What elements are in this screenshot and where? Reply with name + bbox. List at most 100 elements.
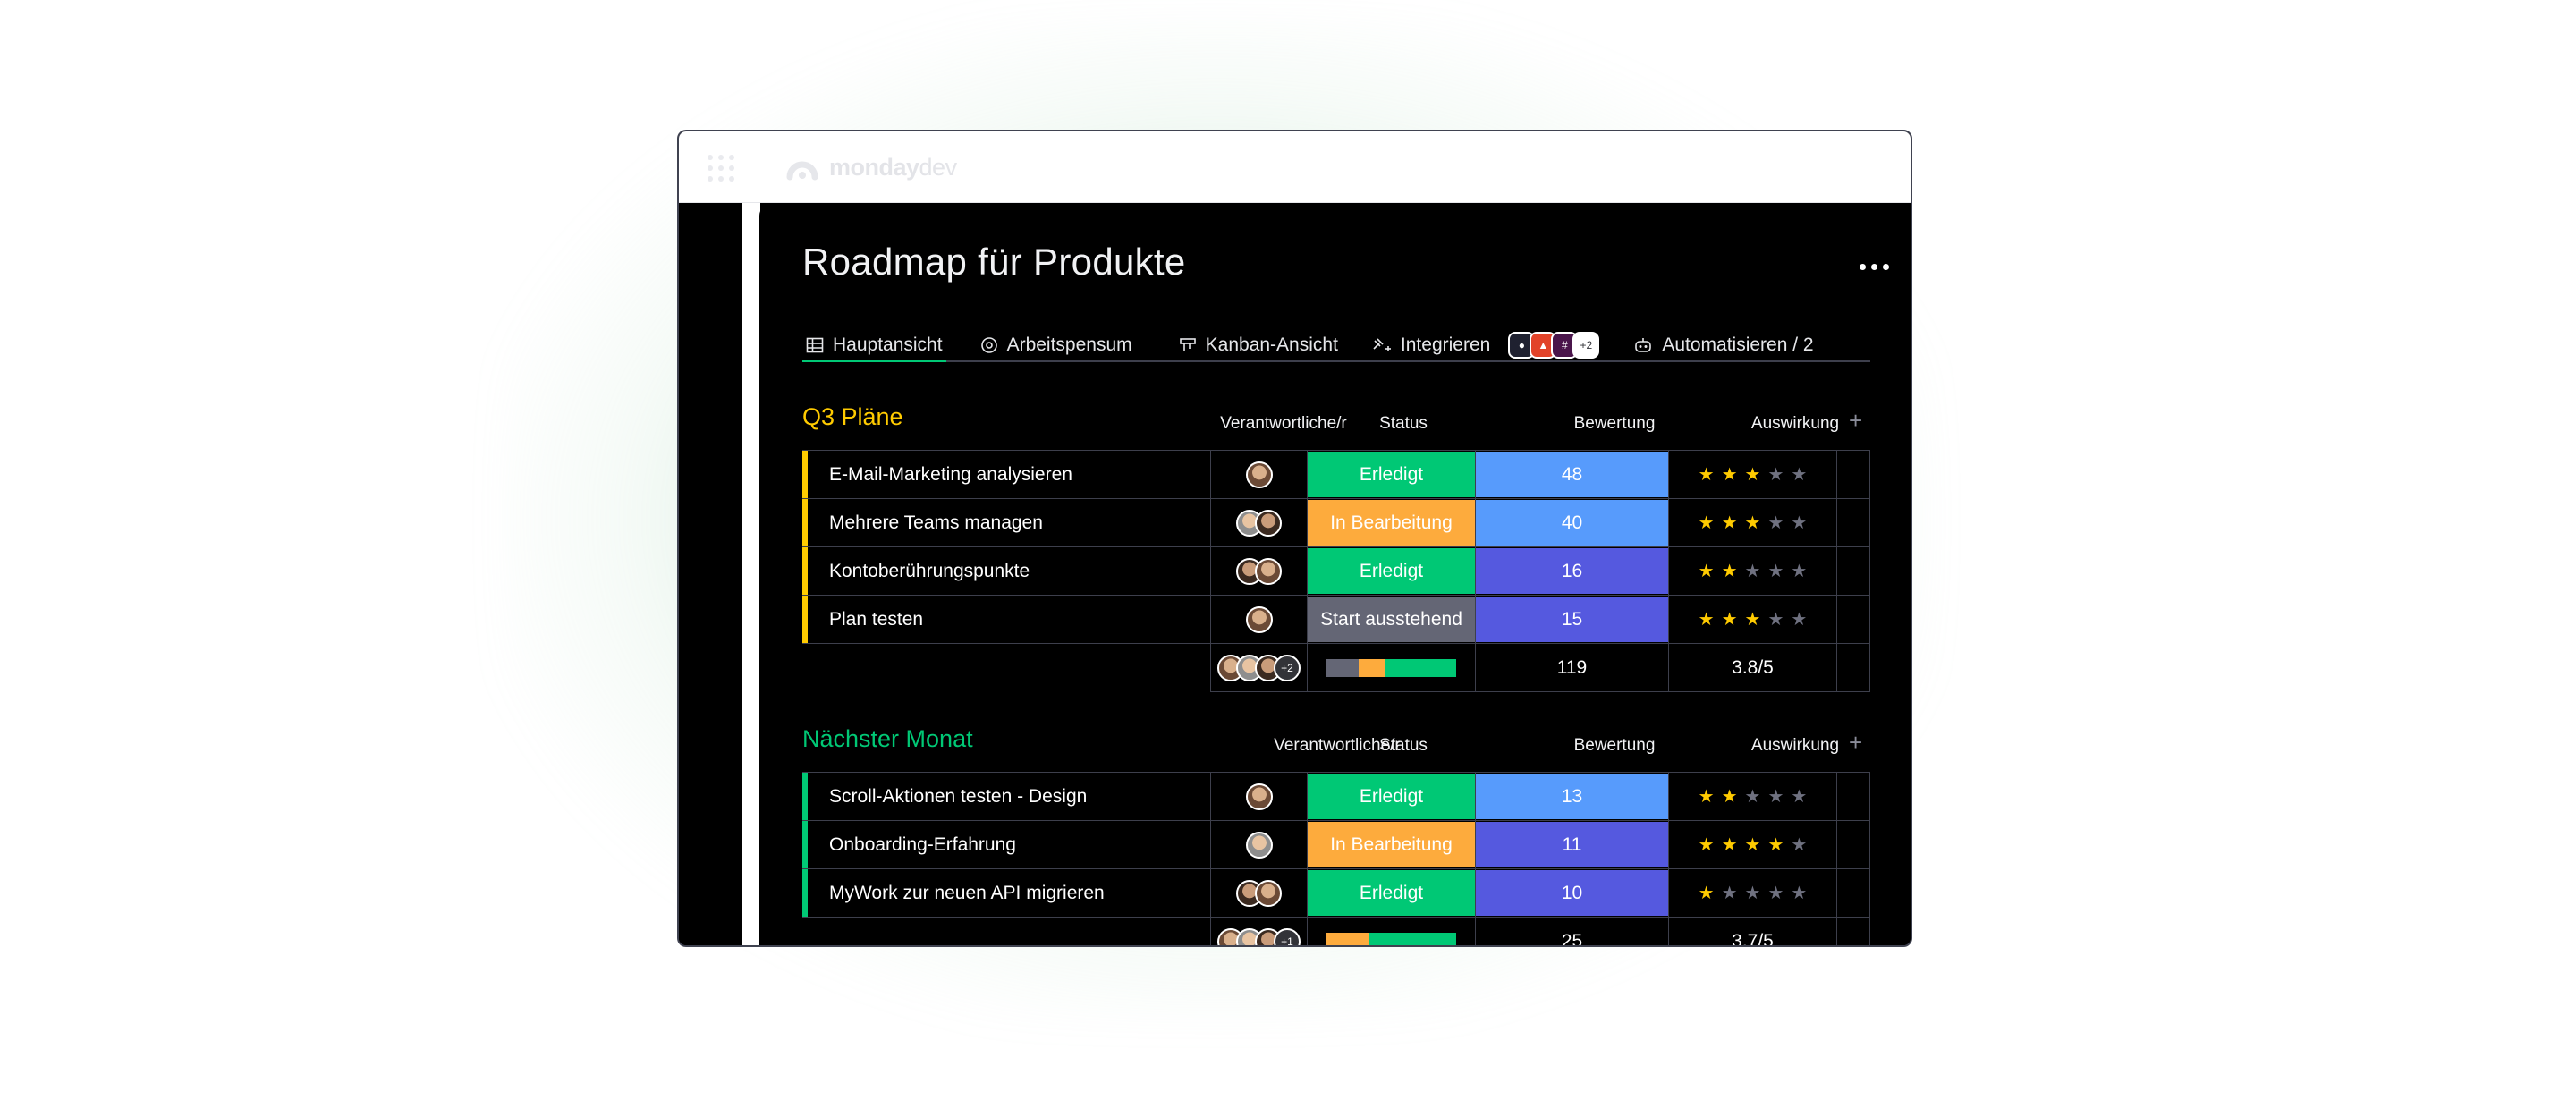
- table-row[interactable]: Mehrere Teams managen In Bearbeitung 40 ★ ★ ★…: [802, 499, 1870, 547]
- impact-rating-cell[interactable]: ★ ★ ★ ★ ★: [1668, 547, 1836, 595]
- star-icon[interactable]: ★: [1699, 611, 1715, 629]
- table-row[interactable]: Plan testen Start ausstehend 15 ★ ★ ★ ★ ★: [802, 596, 1870, 644]
- group-title-q3[interactable]: Q3 Pläne: [802, 403, 903, 431]
- avatar[interactable]: [1245, 461, 1273, 488]
- apps-grid-icon[interactable]: [706, 153, 736, 183]
- star-icon[interactable]: ★: [1699, 788, 1715, 806]
- star-icon[interactable]: ★: [1767, 466, 1784, 484]
- star-icon[interactable]: ★: [1745, 788, 1761, 806]
- column-header-status[interactable]: Status: [1350, 414, 1457, 434]
- tab-automate[interactable]: Automatisieren / 2: [1630, 330, 1817, 360]
- status-cell[interactable]: Erledigt: [1307, 773, 1475, 820]
- add-column-button[interactable]: +: [1849, 407, 1862, 435]
- star-icon[interactable]: ★: [1699, 563, 1715, 580]
- star-icon[interactable]: ★: [1722, 836, 1738, 854]
- tab-kanban[interactable]: Kanban-Ansicht: [1175, 330, 1342, 360]
- rating-cell[interactable]: 11: [1475, 821, 1668, 868]
- impact-rating-cell[interactable]: ★ ★ ★ ★ ★: [1668, 451, 1836, 498]
- rating-cell[interactable]: 16: [1475, 547, 1668, 595]
- owner-cell[interactable]: [1210, 869, 1307, 917]
- impact-rating-cell[interactable]: ★ ★ ★ ★ ★: [1668, 773, 1836, 820]
- column-header-rating[interactable]: Bewertung: [1518, 414, 1711, 434]
- table-row[interactable]: MyWork zur neuen API migrieren Erledigt 10…: [802, 869, 1870, 918]
- star-icon[interactable]: ★: [1767, 884, 1784, 902]
- status-cell[interactable]: Erledigt: [1307, 547, 1475, 595]
- star-icon[interactable]: ★: [1791, 836, 1807, 854]
- tab-main-view[interactable]: Hauptansicht: [802, 330, 946, 362]
- brand-logo[interactable]: mondaydev: [784, 151, 957, 183]
- owner-cell[interactable]: [1210, 773, 1307, 820]
- avatars-more-badge[interactable]: +1: [1274, 927, 1301, 945]
- status-cell[interactable]: Erledigt: [1307, 451, 1475, 498]
- avatar[interactable]: [1245, 831, 1273, 859]
- star-icon[interactable]: ★: [1745, 514, 1761, 532]
- column-header-status[interactable]: Status: [1350, 736, 1457, 756]
- star-icon[interactable]: ★: [1767, 563, 1784, 580]
- item-name[interactable]: Scroll-Aktionen testen - Design: [808, 773, 1210, 820]
- star-icon[interactable]: ★: [1791, 563, 1807, 580]
- impact-rating-cell[interactable]: ★ ★ ★ ★ ★: [1668, 821, 1836, 868]
- star-icon[interactable]: ★: [1791, 514, 1807, 532]
- impact-rating-cell[interactable]: ★ ★ ★ ★ ★: [1668, 596, 1836, 643]
- avatar[interactable]: [1255, 557, 1282, 585]
- star-icon[interactable]: ★: [1722, 788, 1738, 806]
- star-icon[interactable]: ★: [1767, 836, 1784, 854]
- star-icon[interactable]: ★: [1745, 611, 1761, 629]
- item-name[interactable]: Plan testen: [808, 596, 1210, 643]
- add-column-button[interactable]: +: [1849, 729, 1862, 757]
- status-cell[interactable]: In Bearbeitung: [1307, 821, 1475, 868]
- avatars-more-badge[interactable]: +2: [1274, 654, 1301, 681]
- item-name[interactable]: MyWork zur neuen API migrieren: [808, 869, 1210, 917]
- star-icon[interactable]: ★: [1791, 884, 1807, 902]
- item-name[interactable]: E-Mail-Marketing analysieren: [808, 451, 1210, 498]
- rating-cell[interactable]: 10: [1475, 869, 1668, 917]
- more-options-button[interactable]: [1860, 264, 1889, 270]
- avatar[interactable]: [1255, 509, 1282, 537]
- star-icon[interactable]: ★: [1722, 466, 1738, 484]
- avatar[interactable]: [1245, 783, 1273, 810]
- avatar[interactable]: [1245, 605, 1273, 633]
- column-header-owner[interactable]: Verantwortliche/r: [1212, 414, 1355, 434]
- table-row[interactable]: E-Mail-Marketing analysieren Erledigt 48 ★ ★…: [802, 451, 1870, 499]
- impact-rating-cell[interactable]: ★ ★ ★ ★ ★: [1668, 499, 1836, 546]
- owner-cell[interactable]: [1210, 547, 1307, 595]
- star-icon[interactable]: ★: [1699, 466, 1715, 484]
- impact-rating-cell[interactable]: ★ ★ ★ ★ ★: [1668, 869, 1836, 917]
- group-title-next-month[interactable]: Nächster Monat: [802, 725, 973, 753]
- rating-cell[interactable]: 15: [1475, 596, 1668, 643]
- star-icon[interactable]: ★: [1699, 884, 1715, 902]
- star-icon[interactable]: ★: [1745, 836, 1761, 854]
- tab-workload[interactable]: Arbeitspensum: [977, 330, 1136, 360]
- star-icon[interactable]: ★: [1722, 514, 1738, 532]
- owner-cell[interactable]: [1210, 451, 1307, 498]
- star-icon[interactable]: ★: [1791, 466, 1807, 484]
- item-name[interactable]: Onboarding-Erfahrung: [808, 821, 1210, 868]
- star-icon[interactable]: ★: [1745, 884, 1761, 902]
- star-icon[interactable]: ★: [1767, 514, 1784, 532]
- owner-cell[interactable]: [1210, 821, 1307, 868]
- star-icon[interactable]: ★: [1745, 563, 1761, 580]
- star-icon[interactable]: ★: [1699, 836, 1715, 854]
- item-name[interactable]: Kontoberührungspunkte: [808, 547, 1210, 595]
- owner-cell[interactable]: [1210, 499, 1307, 546]
- rating-cell[interactable]: 48: [1475, 451, 1668, 498]
- status-cell[interactable]: Erledigt: [1307, 869, 1475, 917]
- star-icon[interactable]: ★: [1722, 611, 1738, 629]
- item-name[interactable]: Mehrere Teams managen: [808, 499, 1210, 546]
- column-header-rating[interactable]: Bewertung: [1518, 736, 1711, 756]
- rating-cell[interactable]: 13: [1475, 773, 1668, 820]
- star-icon[interactable]: ★: [1722, 563, 1738, 580]
- star-icon[interactable]: ★: [1699, 514, 1715, 532]
- star-icon[interactable]: ★: [1767, 788, 1784, 806]
- rating-cell[interactable]: 40: [1475, 499, 1668, 546]
- tab-integrate[interactable]: Integrieren ● ▲ # +2: [1368, 330, 1603, 360]
- star-icon[interactable]: ★: [1745, 466, 1761, 484]
- star-icon[interactable]: ★: [1722, 884, 1738, 902]
- table-row[interactable]: Kontoberührungspunkte Erledigt 16 ★ ★ ★ ★ ★: [802, 547, 1870, 596]
- star-icon[interactable]: ★: [1791, 611, 1807, 629]
- avatar[interactable]: [1255, 879, 1282, 907]
- status-cell[interactable]: Start ausstehend: [1307, 596, 1475, 643]
- owner-cell[interactable]: [1210, 596, 1307, 643]
- table-row[interactable]: Scroll-Aktionen testen - Design Erledigt 1…: [802, 773, 1870, 821]
- star-icon[interactable]: ★: [1767, 611, 1784, 629]
